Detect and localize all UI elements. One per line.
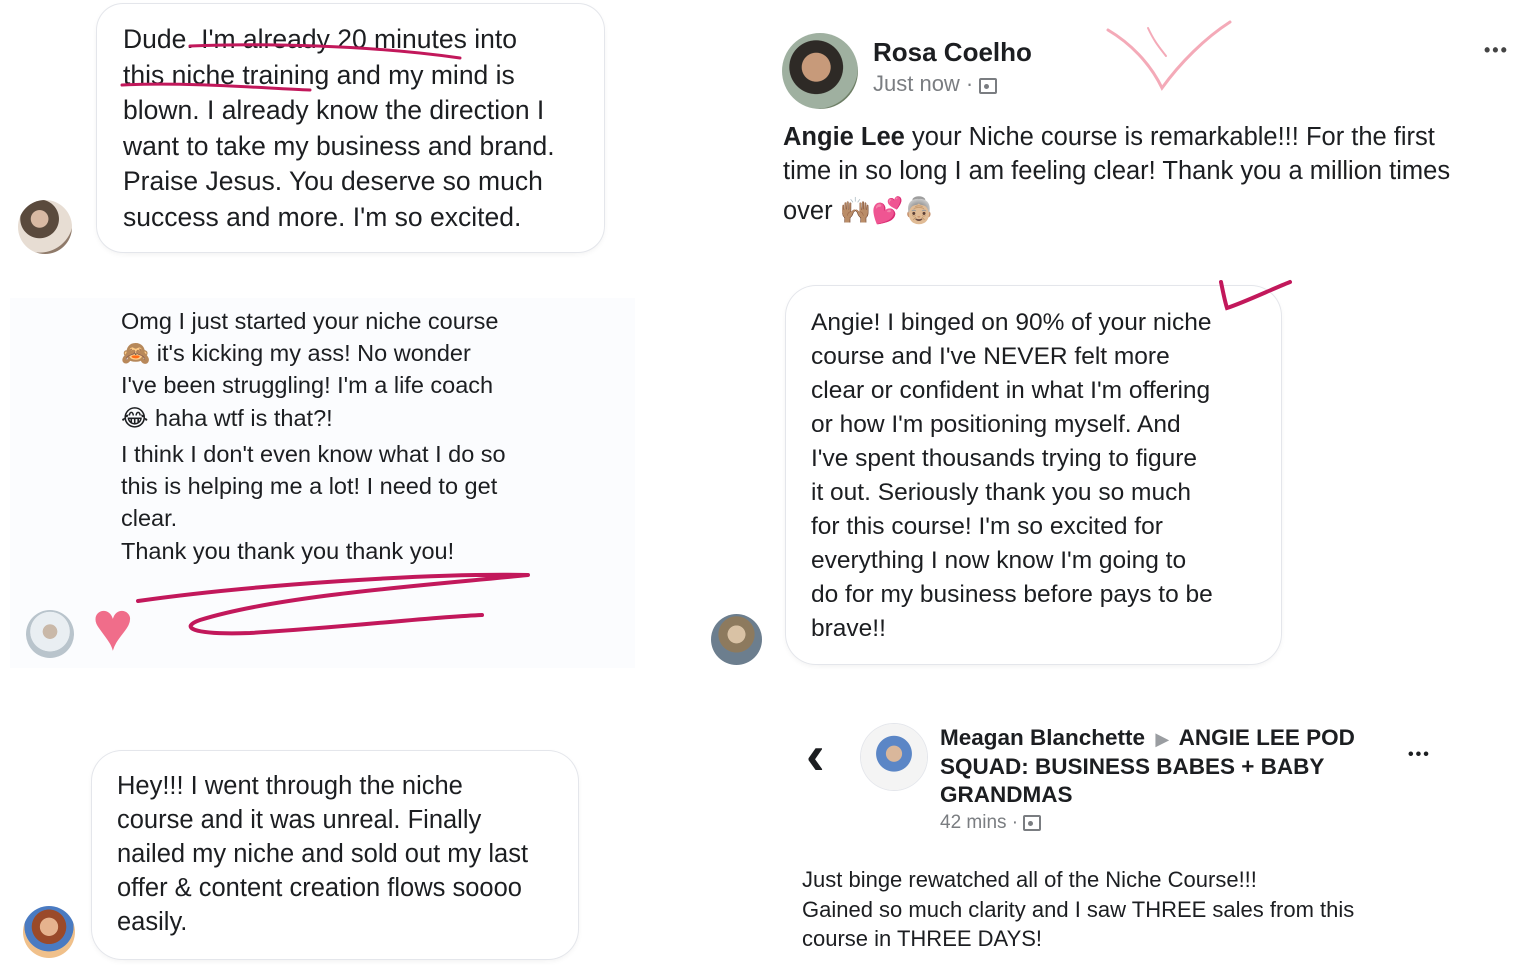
group-arrow-icon: ▶ bbox=[1155, 729, 1170, 749]
testimonial-text-3: Hey!!! I went through the niche course a… bbox=[117, 772, 529, 936]
user-avatar-1 bbox=[18, 200, 72, 254]
testimonial-bubble-3: Hey!!! I went through the niche course a… bbox=[92, 751, 578, 959]
testimonial-text-4: Angie! I binged on 90% of your niche cou… bbox=[811, 309, 1213, 642]
user-avatar-3 bbox=[23, 906, 75, 958]
laughing-tears-emoji: 😂 bbox=[121, 405, 149, 431]
testimonial-2-line-2-row: 🙈 it's kicking my ass! No wonder bbox=[121, 339, 471, 367]
group-name-part-1[interactable]: ANGIE LEE POD bbox=[1179, 725, 1355, 750]
group-name-part-3[interactable]: GRANDMAS bbox=[940, 781, 1380, 809]
testimonial-2-line-3: I've been struggling! I'm a life coach bbox=[121, 372, 494, 398]
post-body-1: Angie Lee your Niche course is remarkabl… bbox=[783, 120, 1513, 228]
post-body-text-1: your Niche course is remarkable!!! For t… bbox=[904, 123, 1435, 151]
author-avatar-meagan[interactable] bbox=[861, 724, 927, 790]
testimonial-2-line-6: Thank you thank you thank you! bbox=[121, 538, 455, 564]
highlight-underline-1 bbox=[120, 43, 462, 92]
post-author-name-2[interactable]: Meagan Blanchette bbox=[940, 725, 1145, 750]
testimonial-2-line-4-row: 😂 haha wtf is that?! bbox=[121, 404, 333, 432]
testimonial-2-line-4: haha wtf is that?! bbox=[155, 405, 333, 431]
post-header-line-1: Meagan Blanchette ▶ ANGIE LEE POD bbox=[940, 724, 1380, 753]
post-author-name[interactable]: Rosa Coelho bbox=[873, 37, 1032, 68]
mention-angie-lee[interactable]: Angie Lee bbox=[783, 123, 905, 151]
highlight-scribble-2 bbox=[136, 572, 530, 636]
post-more-options-icon[interactable]: ••• bbox=[1484, 40, 1509, 61]
post-time-text: Just now · bbox=[873, 71, 974, 96]
post-emojis: 🙌🏽💕👵🏼 bbox=[839, 197, 935, 225]
audience-icon-2 bbox=[1023, 815, 1042, 831]
testimonial-2-line-5: I think I don't even know what I do so t… bbox=[121, 441, 506, 531]
see-no-evil-monkey-emoji: 🙈 bbox=[121, 340, 151, 366]
checkmark-doodle bbox=[1106, 20, 1232, 91]
author-avatar-rosa[interactable] bbox=[782, 33, 858, 109]
post-body-2: Just binge rewatched all of the Niche Co… bbox=[802, 867, 1355, 951]
post-timestamp-2: 42 mins · bbox=[940, 812, 1042, 834]
user-avatar-2 bbox=[26, 610, 74, 658]
post-timestamp: Just now · bbox=[873, 71, 998, 97]
testimonial-bubble-4: Angie! I binged on 90% of your niche cou… bbox=[786, 286, 1281, 664]
user-avatar-4 bbox=[711, 614, 762, 665]
post-body-line-3: over 🙌🏽💕👵🏼 bbox=[783, 194, 1513, 228]
post-header-2: Meagan Blanchette ▶ ANGIE LEE POD SQUAD:… bbox=[940, 724, 1380, 809]
post-body-text-3: over bbox=[783, 197, 840, 225]
back-chevron-icon[interactable]: ‹ bbox=[806, 725, 825, 785]
testimonial-2-line-1: Omg I just started your niche course bbox=[121, 308, 499, 334]
heart-reaction-icon[interactable]: ♥ bbox=[92, 586, 134, 666]
audience-icon bbox=[979, 78, 998, 94]
post-time-text-2: 42 mins · bbox=[940, 812, 1019, 833]
post-body-line-1: Angie Lee your Niche course is remarkabl… bbox=[783, 120, 1513, 154]
group-name-part-2[interactable]: SQUAD: BUSINESS BABES + BABY bbox=[940, 753, 1380, 781]
testimonial-2-line-2: it's kicking my ass! No wonder bbox=[156, 340, 471, 366]
checkmark-doodle-2 bbox=[1219, 280, 1292, 311]
post-body-line-2: time in so long I am feeling clear! Than… bbox=[783, 157, 1451, 185]
post-more-options-icon-2[interactable]: ••• bbox=[1408, 746, 1431, 764]
